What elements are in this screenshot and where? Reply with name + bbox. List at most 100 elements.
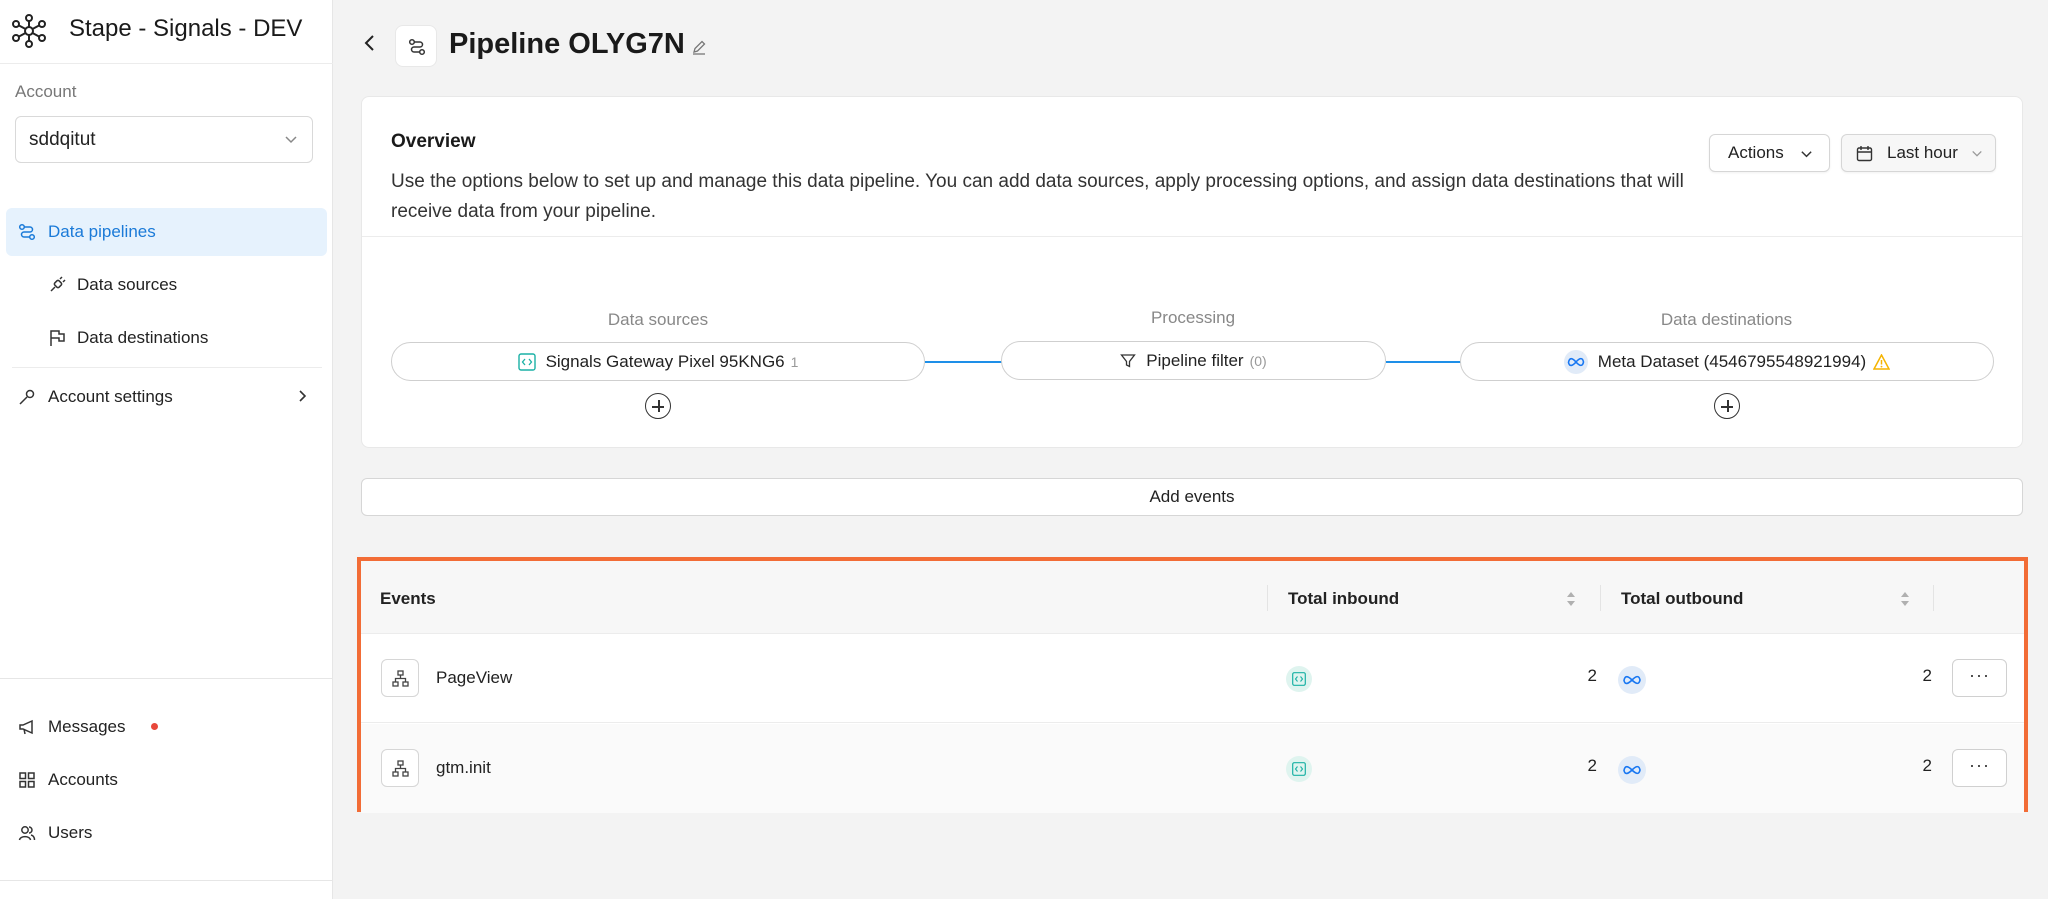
- destination-badge: [1618, 756, 1646, 784]
- code-icon: [1292, 672, 1306, 686]
- table-row: PageView 2 2 ···: [361, 634, 2024, 723]
- account-select[interactable]: sddqitut: [15, 116, 313, 163]
- sort-icon[interactable]: [1566, 590, 1576, 608]
- event-name[interactable]: PageView: [436, 668, 512, 688]
- hierarchy-icon: [392, 670, 409, 687]
- divider: [0, 880, 333, 881]
- divider: [0, 678, 333, 679]
- event-icon-box: [381, 749, 419, 787]
- hierarchy-icon: [392, 760, 409, 777]
- total-outbound-value: 2: [1922, 756, 1932, 775]
- data-destination-pill[interactable]: Meta Dataset (4546795548921994): [1460, 342, 1994, 381]
- data-destinations-label: Data destinations: [1660, 310, 1793, 329]
- overview-title: Overview: [391, 131, 476, 152]
- row-more-button[interactable]: ···: [1952, 659, 2007, 697]
- column-divider: [1600, 585, 1601, 611]
- page-title: Pipeline OLYG7N: [449, 28, 685, 60]
- overview-description: Use the options below to set up and mana…: [391, 171, 1684, 222]
- pipeline-icon: [408, 38, 426, 56]
- account-select-value: sddqitut: [29, 128, 96, 150]
- add-events-label: Add events: [1149, 487, 1235, 506]
- sort-icon[interactable]: [1900, 590, 1910, 608]
- destination-badge: [1618, 666, 1646, 694]
- sidebar-item-label: Data destinations: [77, 328, 209, 347]
- total-outbound-value: 2: [1922, 666, 1932, 685]
- add-data-destination-button[interactable]: [1714, 393, 1740, 419]
- events-column-header: Events: [380, 589, 436, 608]
- app-title: Stape - Signals - DEV: [69, 15, 303, 42]
- total-inbound-value: 2: [1587, 666, 1597, 685]
- overview-card: Overview Use the options below to set up…: [361, 96, 2023, 448]
- pipeline-filter-pill[interactable]: Pipeline filter (0): [1001, 341, 1386, 380]
- add-events-button[interactable]: Add events: [361, 478, 2023, 516]
- actions-button[interactable]: Actions: [1709, 134, 1830, 172]
- notification-dot: [151, 723, 158, 730]
- divider: [362, 236, 2022, 237]
- meta-icon: [1623, 675, 1641, 685]
- sidebar-item-data-destinations[interactable]: Data destinations: [6, 314, 327, 362]
- chevron-right-icon: [299, 390, 307, 402]
- connector-line: [925, 361, 1002, 363]
- events-table: Events Total inbound Total outbound Page…: [357, 557, 2028, 813]
- warning-icon: [1873, 353, 1891, 370]
- divider: [12, 367, 322, 368]
- chevron-down-icon: [285, 136, 297, 144]
- table-row: gtm.init 2 2 ···: [361, 724, 2024, 813]
- total-inbound-value: 2: [1587, 756, 1597, 775]
- event-icon-box: [381, 659, 419, 697]
- back-arrow-icon[interactable]: [360, 33, 380, 53]
- table-header: Events Total inbound Total outbound: [361, 561, 2024, 634]
- add-data-source-button[interactable]: [645, 393, 671, 419]
- sidebar-item-accounts[interactable]: Accounts: [6, 756, 327, 804]
- sidebar-item-label: Account settings: [48, 387, 173, 406]
- flag-icon: [50, 330, 65, 346]
- total-outbound-column-header[interactable]: Total outbound: [1621, 589, 1743, 609]
- data-source-name: Signals Gateway Pixel 95KNG6: [545, 351, 785, 371]
- code-icon: [1292, 762, 1306, 776]
- data-destination-name: Meta Dataset (4546795548921994): [1597, 351, 1867, 371]
- calendar-icon: [1856, 146, 1873, 162]
- pipeline-filter-name: Pipeline filter: [1146, 350, 1244, 370]
- data-source-pill[interactable]: Signals Gateway Pixel 95KNG6 1: [391, 342, 925, 381]
- account-label: Account: [15, 82, 77, 101]
- data-sources-label: Data sources: [607, 310, 709, 329]
- sidebar-item-messages[interactable]: Messages: [6, 703, 327, 751]
- sidebar: Stape - Signals - DEV Account sddqitut D…: [0, 0, 333, 899]
- sidebar-item-data-pipelines[interactable]: Data pipelines: [6, 208, 327, 256]
- processing-label: Processing: [1150, 308, 1236, 327]
- sidebar-item-account-settings[interactable]: Account settings: [6, 373, 327, 421]
- connector-line: [1386, 361, 1461, 363]
- plug-icon: [50, 276, 66, 292]
- pipeline-icon: [18, 223, 36, 241]
- sidebar-item-label: Accounts: [48, 770, 118, 789]
- code-icon: [517, 352, 536, 371]
- actions-label: Actions: [1728, 143, 1784, 162]
- column-divider: [1933, 585, 1934, 611]
- chevron-down-icon: [1801, 151, 1812, 158]
- pipeline-badge: [395, 25, 437, 67]
- time-range-button[interactable]: Last hour: [1841, 134, 1996, 172]
- grid-icon: [19, 772, 35, 788]
- filter-icon: [1120, 353, 1137, 369]
- megaphone-icon: [19, 719, 33, 735]
- total-inbound-column-header[interactable]: Total inbound: [1288, 589, 1399, 609]
- time-range-label: Last hour: [1887, 143, 1958, 162]
- meta-icon: [1563, 349, 1588, 374]
- data-source-count: 1: [790, 353, 799, 370]
- column-divider: [1267, 585, 1268, 611]
- sidebar-item-users[interactable]: Users: [6, 809, 327, 857]
- source-badge: [1286, 756, 1312, 782]
- pencil-icon[interactable]: [691, 39, 707, 55]
- sidebar-item-data-sources[interactable]: Data sources: [6, 261, 327, 309]
- row-more-button[interactable]: ···: [1952, 749, 2007, 787]
- source-badge: [1286, 666, 1312, 692]
- sidebar-item-label: Data pipelines: [48, 222, 156, 241]
- sidebar-item-label: Data sources: [77, 275, 178, 294]
- users-icon: [18, 826, 36, 841]
- event-name[interactable]: gtm.init: [436, 758, 491, 778]
- pipeline-filter-count: (0): [1249, 352, 1267, 369]
- meta-icon: [1623, 765, 1641, 775]
- chevron-down-icon: [1972, 150, 1982, 157]
- sidebar-item-label: Messages: [48, 717, 126, 736]
- wrench-icon: [19, 389, 35, 405]
